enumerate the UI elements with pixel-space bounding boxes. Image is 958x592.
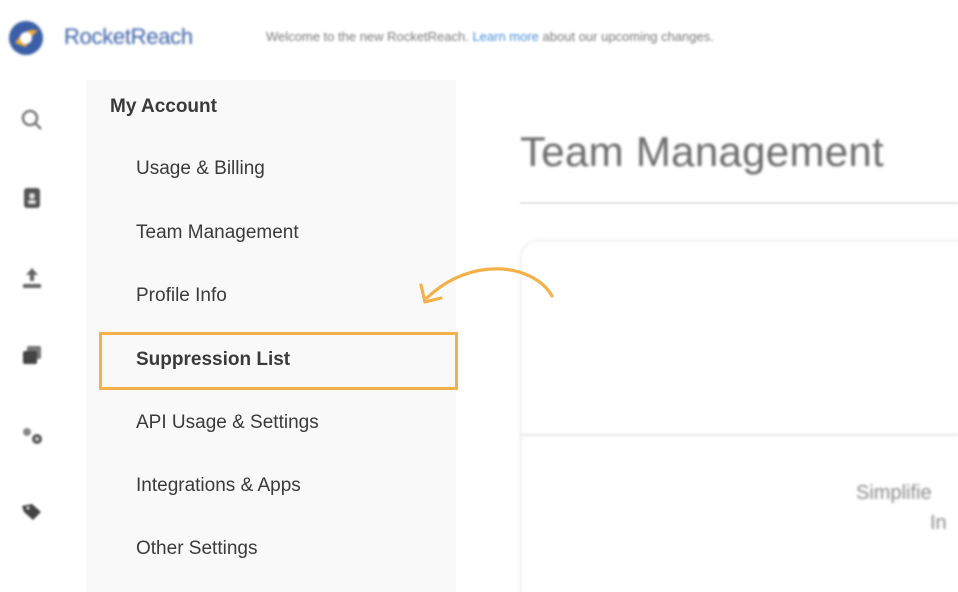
main-content: Team Management Simplifie In [456, 80, 958, 592]
card-text: Simplifie [856, 482, 932, 504]
welcome-banner: Welcome to the new RocketReach. Learn mo… [266, 29, 714, 44]
brand-name[interactable]: RocketReach [64, 24, 193, 50]
suppression-list-highlight [99, 332, 458, 390]
upload-icon[interactable] [14, 260, 50, 296]
icon-rail [0, 80, 86, 592]
sidebar-item-team-management[interactable]: Team Management [136, 222, 299, 244]
sidebar-heading: My Account [110, 96, 217, 117]
lists-icon[interactable] [14, 338, 50, 374]
contacts-icon[interactable] [14, 180, 50, 216]
sidebar-item-api-usage-settings[interactable]: API Usage & Settings [136, 412, 319, 434]
sidebar-item-other-settings[interactable]: Other Settings [136, 538, 257, 560]
sidebar-item-usage-billing[interactable]: Usage & Billing [136, 158, 265, 180]
title-divider [520, 202, 958, 204]
page-title: Team Management [520, 128, 885, 175]
welcome-text-suffix: about our upcoming changes. [542, 29, 714, 44]
learn-more-link[interactable]: Learn more [472, 29, 538, 44]
tag-icon[interactable] [14, 494, 50, 530]
settings-gears-icon[interactable] [14, 418, 50, 454]
sidebar-item-integrations-apps[interactable]: Integrations & Apps [136, 475, 301, 497]
rocketreach-logo-icon[interactable] [6, 18, 46, 58]
card-divider [520, 434, 958, 436]
curved-arrow-icon [419, 267, 554, 304]
top-bar: RocketReach Welcome to the new RocketRea… [0, 0, 958, 80]
card-text-secondary: In [930, 512, 947, 534]
team-card [520, 240, 958, 592]
search-icon[interactable] [14, 102, 50, 138]
sidebar-item-profile-info[interactable]: Profile Info [136, 285, 227, 307]
welcome-text: Welcome to the new RocketReach. [266, 29, 469, 44]
